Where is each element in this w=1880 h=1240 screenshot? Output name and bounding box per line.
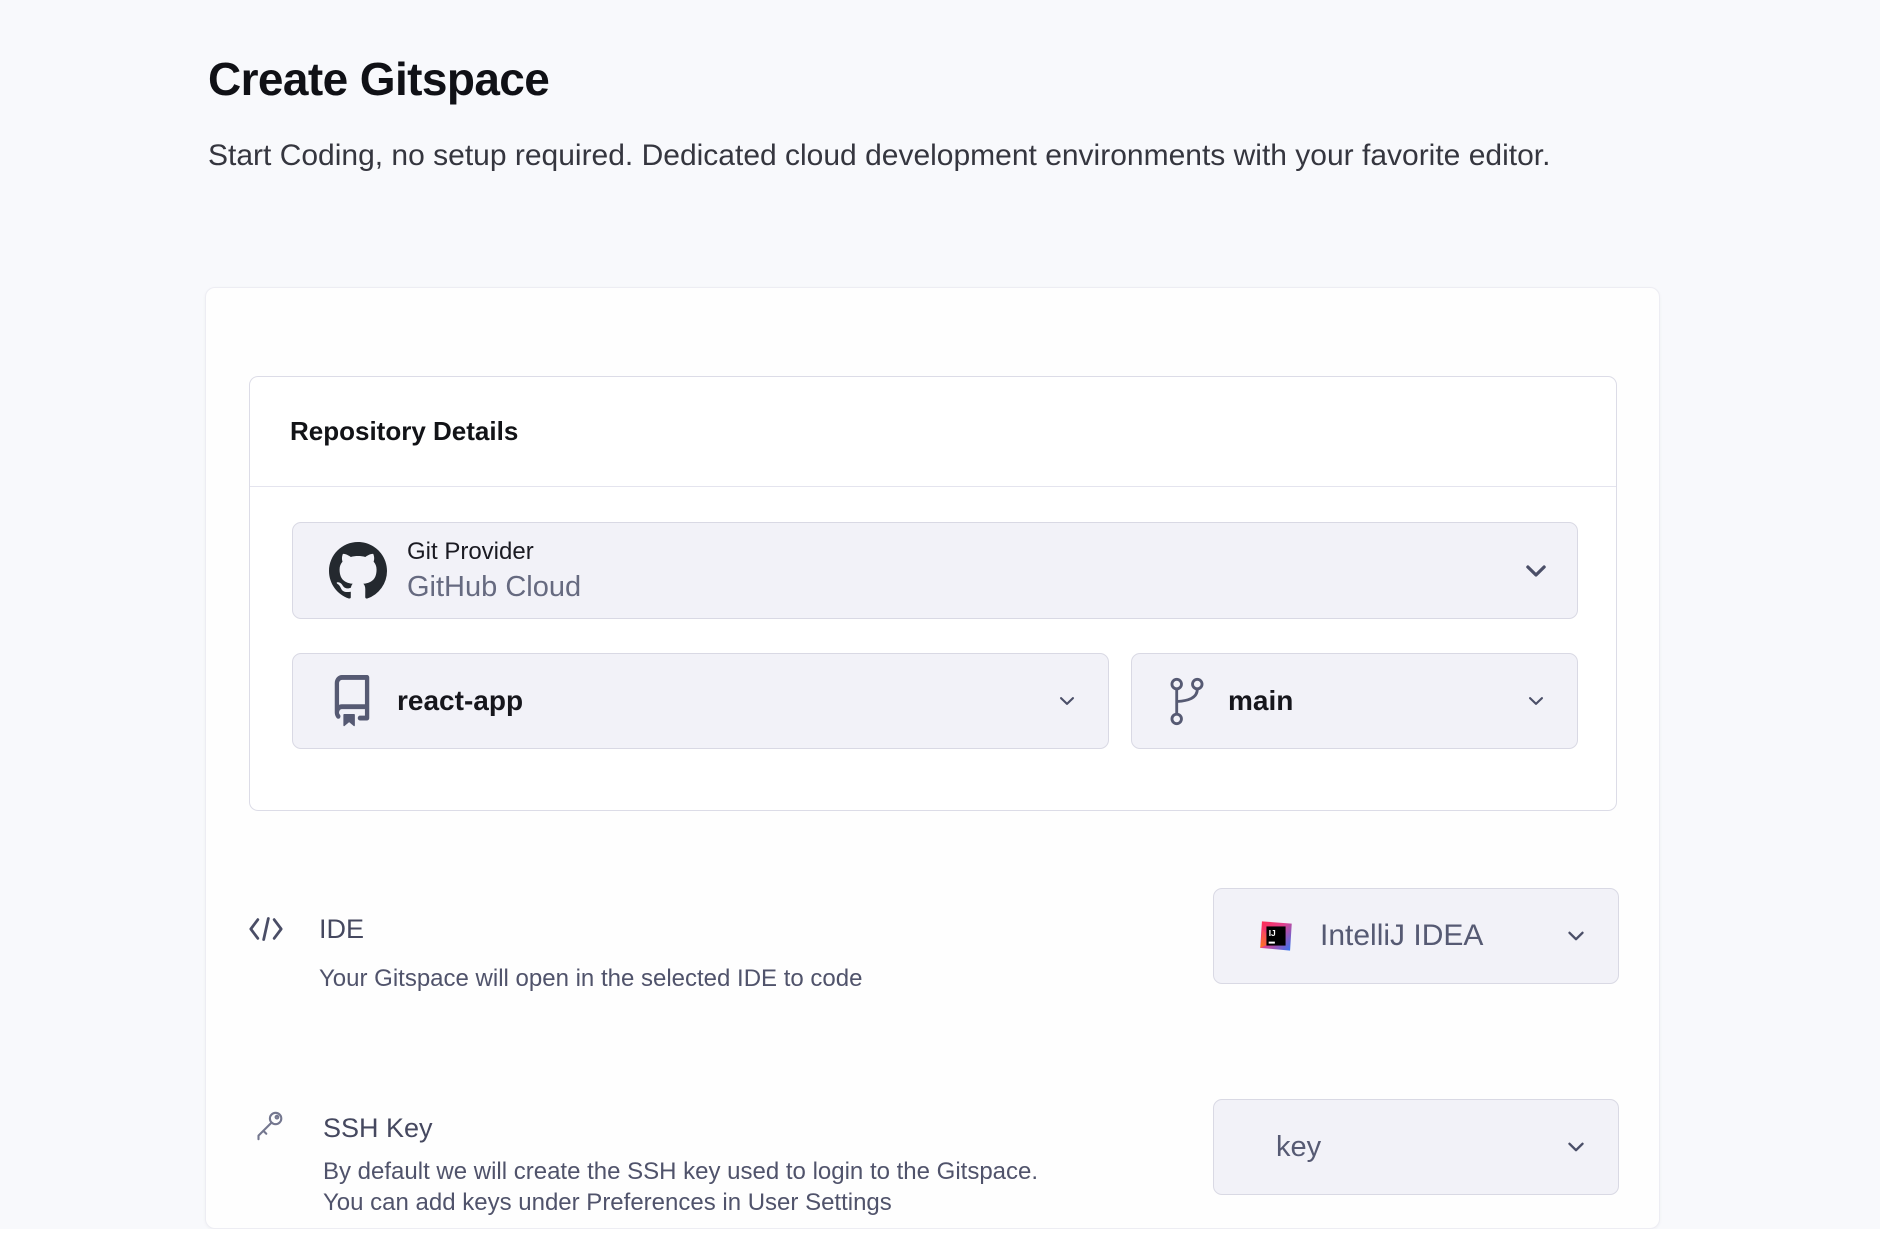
git-provider-text: Git Provider GitHub Cloud <box>407 538 581 604</box>
page-subtitle: Start Coding, no setup required. Dedicat… <box>208 134 1550 177</box>
ide-selected-value: IntelliJ IDEA <box>1320 919 1483 953</box>
bottom-white-band <box>0 1229 1880 1240</box>
repository-details-heading: Repository Details <box>290 416 518 447</box>
branch-select[interactable]: main <box>1131 653 1578 749</box>
gitspace-form-card: Repository Details Git Provider GitHub C… <box>205 287 1660 1229</box>
git-provider-label: Git Provider <box>407 538 581 566</box>
ssh-key-description: By default we will create the SSH key us… <box>323 1156 1038 1218</box>
git-provider-value: GitHub Cloud <box>407 571 581 604</box>
ide-label: IDE <box>319 914 364 945</box>
chevron-down-icon <box>1564 1135 1588 1159</box>
github-icon <box>329 542 387 600</box>
intellij-idea-logo-icon: IJ <box>1258 918 1294 954</box>
page-title: Create Gitspace <box>208 52 549 106</box>
repository-value: react-app <box>397 685 523 717</box>
ssh-key-select[interactable]: key <box>1213 1099 1619 1195</box>
repository-details-card: Repository Details Git Provider GitHub C… <box>249 376 1617 811</box>
ssh-key-description-line1: By default we will create the SSH key us… <box>323 1158 1038 1185</box>
repository-select[interactable]: react-app <box>292 653 1109 749</box>
chevron-down-icon <box>1564 924 1588 948</box>
ide-description: Your Gitspace will open in the selected … <box>319 963 862 994</box>
chevron-down-icon <box>1521 556 1551 586</box>
ide-select[interactable]: IJ IntelliJ IDEA <box>1213 888 1619 984</box>
svg-text:IJ: IJ <box>1269 928 1276 938</box>
ssh-key-label: SSH Key <box>323 1113 433 1144</box>
code-icon <box>247 914 285 944</box>
repository-details-header: Repository Details <box>250 377 1616 487</box>
chevron-down-icon <box>1056 690 1078 712</box>
chevron-down-icon <box>1525 690 1547 712</box>
git-branch-icon <box>1168 675 1206 728</box>
branch-value: main <box>1228 685 1293 717</box>
ssh-key-description-line2: You can add keys under Preferences in Us… <box>323 1189 892 1216</box>
ssh-key-selected-value: key <box>1276 1131 1321 1164</box>
key-icon <box>251 1108 287 1144</box>
repo-book-icon <box>329 675 375 727</box>
create-gitspace-page: Create Gitspace Start Coding, no setup r… <box>0 0 1880 1240</box>
git-provider-select[interactable]: Git Provider GitHub Cloud <box>292 522 1578 619</box>
